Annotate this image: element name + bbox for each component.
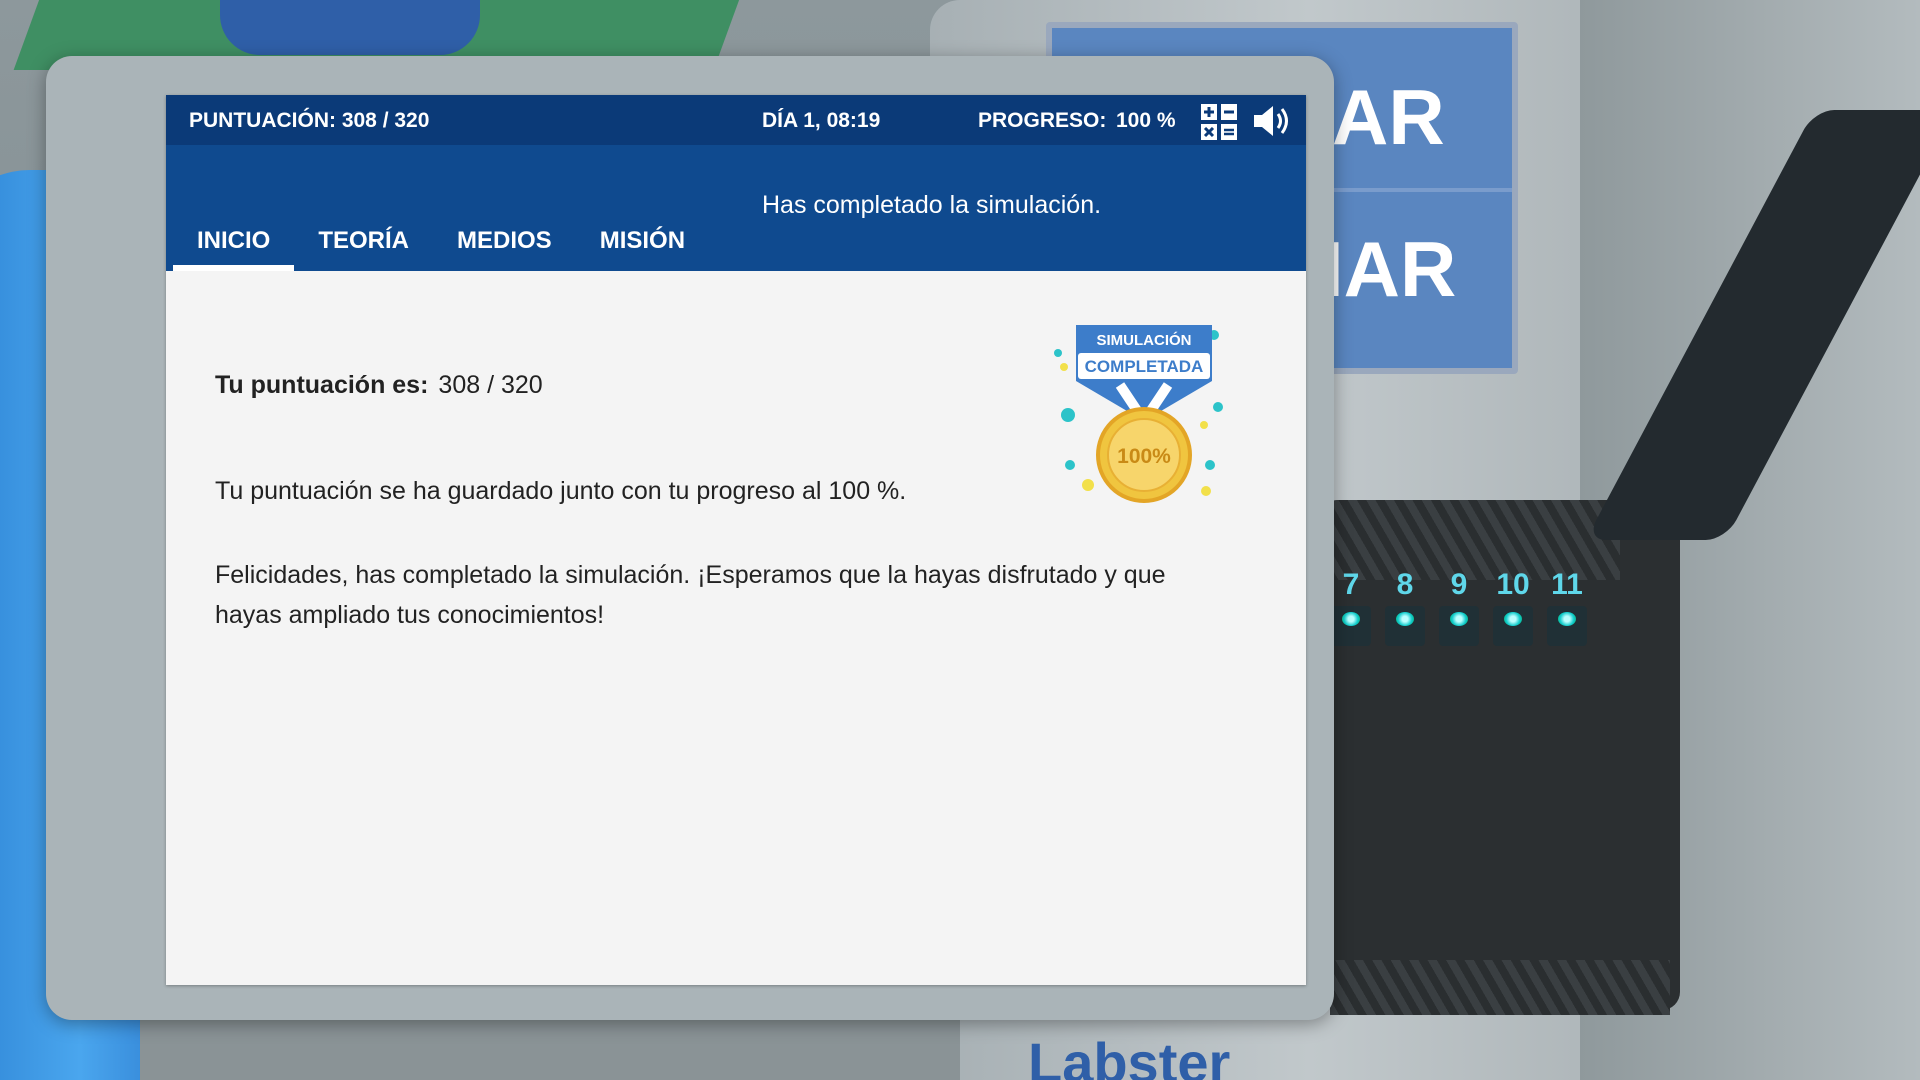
slot-number: 10 bbox=[1496, 568, 1530, 601]
status-bar: PUNTUACIÓN: 308 / 320 DÍA 1, 08:19 PROGR… bbox=[166, 95, 1306, 145]
device-screen-text-1: AR bbox=[1332, 73, 1445, 161]
tray-slot[interactable]: 7 bbox=[1330, 568, 1372, 646]
score-label: Tu puntuación es: bbox=[215, 371, 429, 399]
progress-label: PROGRESO: bbox=[978, 109, 1107, 132]
blue-object bbox=[220, 0, 480, 55]
tray-slot[interactable]: 8 bbox=[1384, 568, 1426, 646]
slot-well bbox=[1385, 606, 1425, 646]
brand-logo: Labster bbox=[1028, 1031, 1231, 1080]
progress-value: 100 % bbox=[1116, 109, 1176, 132]
score-summary: Tu puntuación es: 308 / 320 bbox=[215, 371, 543, 400]
slot-well bbox=[1331, 606, 1371, 646]
device-screen-text-2: IAR bbox=[1322, 225, 1457, 313]
day-time-display: DÍA 1, 08:19 bbox=[762, 109, 881, 132]
panel-header: Has completado la simulación. INICIO TEO… bbox=[166, 145, 1306, 271]
tray-slot[interactable]: 9 bbox=[1438, 568, 1480, 646]
badge-line2: COMPLETADA bbox=[1085, 357, 1204, 376]
slot-number: 8 bbox=[1396, 568, 1414, 601]
congrats-message: Felicidades, has completado la simulació… bbox=[215, 561, 1166, 629]
completion-medal-icon: SIMULACIÓN COMPLETADA 100% bbox=[1054, 325, 1223, 503]
slot-number: 7 bbox=[1342, 568, 1360, 601]
tab-mision[interactable]: MISIÓN bbox=[576, 221, 709, 271]
completion-notice: Has completado la simulación. bbox=[762, 191, 1102, 219]
bench-surface bbox=[60, 1015, 960, 1080]
slot-well bbox=[1493, 606, 1533, 646]
score-display: PUNTUACIÓN: 308 / 320 bbox=[189, 109, 430, 132]
medal-text: 100% bbox=[1117, 445, 1171, 468]
tab-inicio[interactable]: INICIO bbox=[173, 221, 295, 271]
speaker-icon[interactable] bbox=[1252, 103, 1292, 139]
tab-medios[interactable]: MEDIOS bbox=[433, 221, 576, 271]
saved-message: Tu puntuación se ha guardado junto con t… bbox=[215, 477, 907, 505]
slot-number: 9 bbox=[1450, 568, 1468, 601]
simulation-panel: PUNTUACIÓN: 308 / 320 DÍA 1, 08:19 PROGR… bbox=[166, 95, 1306, 985]
tab-bar: INICIO TEORÍA MEDIOS MISIÓN bbox=[173, 221, 709, 271]
tray-slot[interactable]: 11 bbox=[1546, 568, 1588, 646]
slot-number: 11 bbox=[1551, 568, 1583, 601]
tab-content: Tu puntuación es: 308 / 320 Tu puntuación… bbox=[166, 271, 1306, 985]
tray-slot[interactable]: 10 bbox=[1492, 568, 1534, 646]
slot-well bbox=[1439, 606, 1479, 646]
slot-well bbox=[1547, 606, 1587, 646]
tray-bottom-texture bbox=[1330, 960, 1670, 1015]
badge-line1: SIMULACIÓN bbox=[1097, 331, 1192, 349]
calculator-icon[interactable] bbox=[1200, 103, 1238, 141]
score-value: 308 / 320 bbox=[438, 371, 543, 399]
tray-slots: 7 8 9 10 11 bbox=[1330, 568, 1588, 646]
tab-teoria[interactable]: TEORÍA bbox=[294, 221, 433, 271]
